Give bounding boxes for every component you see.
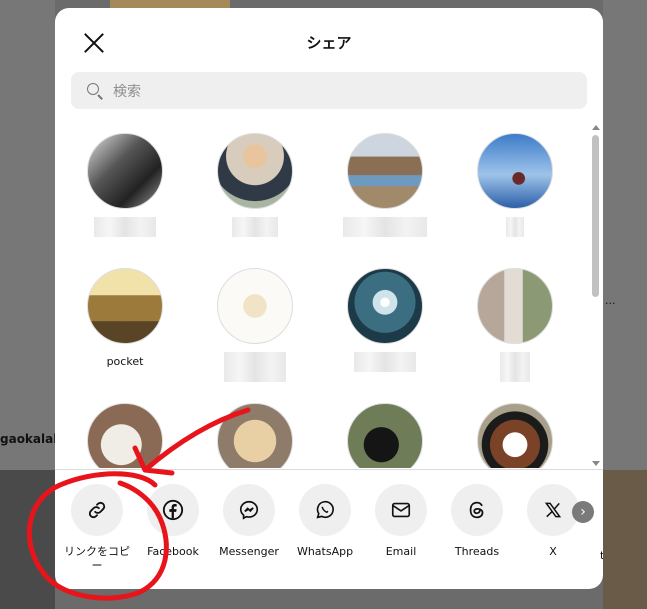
chevron-right-icon[interactable]: › — [572, 501, 594, 523]
recipient-item[interactable]: pocket — [60, 258, 190, 372]
scroll-up-icon[interactable] — [592, 125, 600, 130]
recipient-grid: pocket — [55, 123, 591, 468]
share-options-row: リンクをコピー Facebook Messenger WhatsApp Emai… — [55, 470, 603, 589]
search-bar — [71, 72, 587, 111]
blurred-username — [354, 352, 416, 372]
background-photo — [603, 470, 647, 609]
search-icon — [87, 83, 99, 95]
facebook-icon — [147, 484, 199, 536]
background-more-text: ... — [605, 294, 616, 307]
share-facebook[interactable]: Facebook — [135, 484, 211, 559]
share-threads[interactable]: Threads — [439, 484, 515, 559]
recipient-item[interactable] — [190, 258, 320, 382]
avatar — [347, 268, 423, 344]
blurred-username — [224, 352, 286, 382]
background-photo — [0, 470, 55, 609]
blurred-username — [94, 217, 156, 237]
avatar — [347, 403, 423, 468]
background-right-column: ... — [603, 0, 647, 609]
share-label: Facebook — [147, 545, 199, 558]
share-label: X — [549, 545, 557, 558]
whatsapp-icon — [299, 484, 351, 536]
recipient-item[interactable] — [450, 123, 580, 237]
blurred-username — [500, 352, 530, 382]
recipient-item[interactable] — [450, 258, 580, 382]
share-whatsapp[interactable]: WhatsApp — [287, 484, 363, 559]
dialog-title: シェア — [306, 34, 352, 52]
email-icon — [375, 484, 427, 536]
background-photo-strip — [110, 0, 230, 8]
share-label: Messenger — [219, 545, 279, 558]
recipient-item[interactable] — [320, 258, 450, 372]
avatar — [217, 403, 293, 468]
background-username: gaokalab — [0, 432, 62, 446]
blurred-username — [506, 217, 524, 237]
scrollbar[interactable] — [591, 123, 601, 468]
share-email[interactable]: Email — [363, 484, 439, 559]
share-label: WhatsApp — [296, 545, 354, 558]
background-left-column: gaokalab — [0, 0, 62, 609]
avatar — [477, 403, 553, 468]
share-dialog: シェア pocket — [55, 8, 603, 589]
blurred-username — [343, 217, 427, 237]
recipient-item[interactable] — [450, 393, 580, 468]
share-label: リンクをコピー — [64, 545, 130, 572]
share-messenger[interactable]: Messenger — [211, 484, 287, 559]
recipient-item[interactable] — [190, 393, 320, 468]
share-label: Threads — [454, 545, 500, 558]
avatar — [477, 268, 553, 344]
search-input[interactable] — [111, 72, 575, 111]
avatar — [347, 133, 423, 209]
avatar — [217, 133, 293, 209]
recipient-item[interactable] — [320, 123, 450, 237]
scroll-down-icon[interactable] — [592, 461, 600, 466]
share-copy-link[interactable]: リンクをコピー — [59, 484, 135, 573]
avatar — [87, 133, 163, 209]
share-label-cutoff: t — [600, 549, 603, 562]
recipient-item[interactable] — [60, 123, 190, 237]
recipient-name: pocket — [106, 355, 144, 368]
share-label: Email — [385, 545, 417, 558]
avatar — [87, 268, 163, 344]
messenger-icon — [223, 484, 275, 536]
threads-icon — [451, 484, 503, 536]
scrollbar-thumb[interactable] — [592, 135, 599, 297]
avatar — [217, 268, 293, 344]
blurred-username — [232, 217, 278, 237]
recipient-item[interactable] — [190, 123, 320, 237]
recipient-item[interactable] — [320, 393, 450, 468]
avatar — [477, 133, 553, 209]
recipient-item[interactable] — [60, 393, 190, 468]
link-icon — [71, 484, 123, 536]
avatar — [87, 403, 163, 468]
